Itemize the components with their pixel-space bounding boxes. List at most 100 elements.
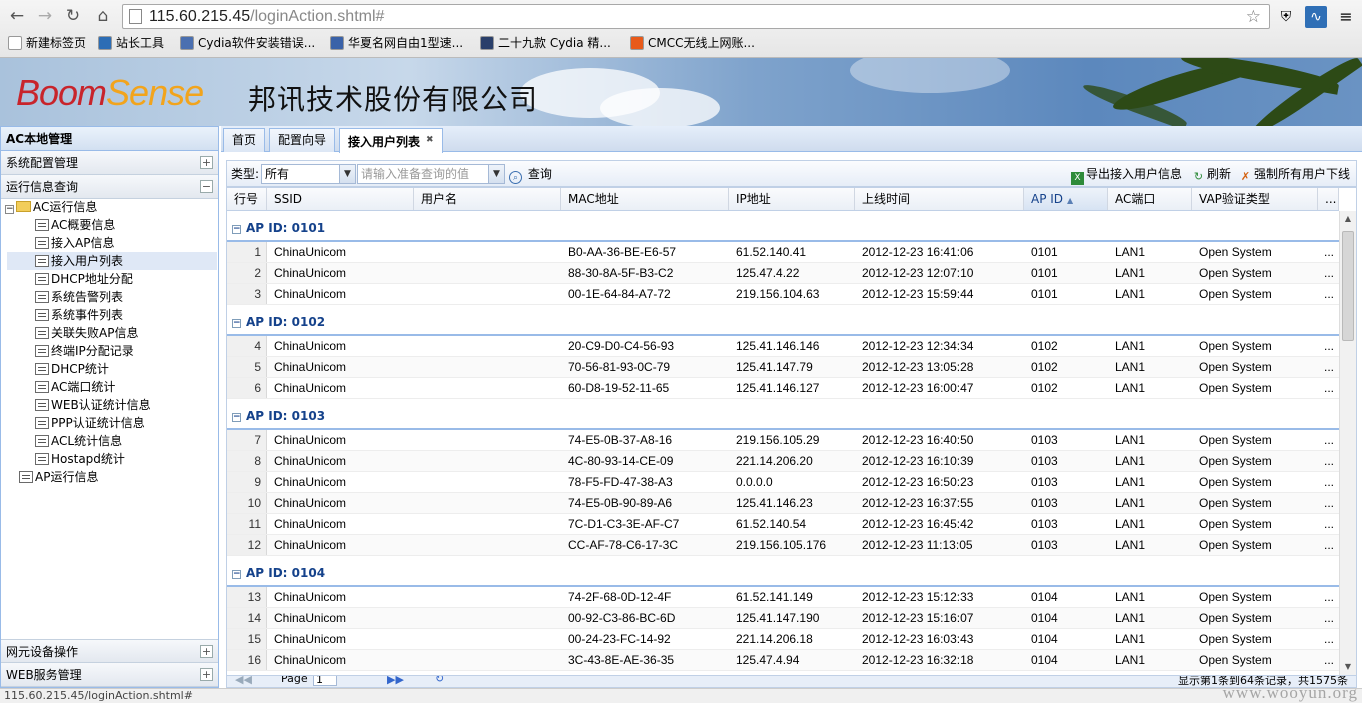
table-row[interactable]: 14 ChinaUnicom 00-92-C3-86-BC-6D 125.41.147… [227, 608, 1339, 629]
section-system-config[interactable]: 系统配置管理 + [1, 151, 218, 175]
query-button[interactable]: ⌕ 查询 [509, 165, 552, 184]
export-button[interactable]: X 导出接入用户信息 [1071, 165, 1182, 185]
address-bar[interactable]: 115.60.215.45/loginAction.shtml# ☆ [122, 4, 1270, 29]
collapse-minus-icon[interactable]: − [200, 180, 213, 193]
tree-item[interactable]: PPP认证统计信息 [35, 414, 145, 432]
refresh-icon[interactable]: ↻ [435, 676, 444, 685]
group-header[interactable]: − AP ID: 0101 [227, 211, 1339, 242]
collapse-minus-icon[interactable]: − [232, 413, 241, 422]
table-row[interactable]: 16 ChinaUnicom 3C-43-8E-AE-36-35 125.47.4.9… [227, 650, 1339, 671]
collapse-minus-icon[interactable]: − [232, 570, 241, 579]
search-input[interactable]: 请输入准备查询的值 ▼ [357, 164, 505, 184]
menu-icon[interactable]: ≡ [1335, 6, 1357, 28]
tree-item[interactable]: Hostapd统计 [35, 450, 125, 468]
tree-item[interactable]: 系统事件列表 [35, 306, 123, 324]
cell-ac-port: LAN1 [1115, 475, 1146, 489]
bookmark-item[interactable]: 华夏名网自由1型速... [330, 34, 463, 51]
collapse-minus-icon[interactable]: − [5, 205, 14, 214]
close-icon[interactable]: ✖ [426, 129, 434, 151]
tab-home[interactable]: 首页 [223, 128, 266, 152]
group-header[interactable]: − AP ID: 0103 [227, 399, 1339, 430]
column-header-ac-port[interactable]: AC端口 [1108, 188, 1192, 210]
tree-item[interactable]: 接入AP信息 [35, 234, 114, 252]
home-icon[interactable]: ⌂ [92, 5, 114, 27]
reload-icon[interactable]: ↻ [62, 5, 84, 27]
force-offline-button[interactable]: ✗ 强制所有用户下线 [1239, 165, 1350, 183]
expand-plus-icon[interactable]: + [200, 645, 213, 658]
table-row[interactable]: 3 ChinaUnicom 00-1E-64-84-A7-72 219.156.104… [227, 284, 1339, 305]
bookmark-item[interactable]: 新建标签页 [8, 34, 86, 51]
next-page-icon[interactable]: ▶▶ [387, 676, 404, 686]
table-row[interactable]: 5 ChinaUnicom 70-56-81-93-0C-79 125.41.147.… [227, 357, 1339, 378]
back-arrow-icon[interactable]: ← [6, 5, 28, 27]
tree-node-ac-runtime[interactable]: − AC运行信息 [5, 198, 97, 216]
table-row[interactable]: 4 ChinaUnicom 20-C9-D0-C4-56-93 125.41.146.… [227, 336, 1339, 357]
bookmark-item[interactable]: Cydia软件安装错误... [180, 34, 315, 51]
scroll-thumb[interactable] [1342, 231, 1354, 341]
column-header-more[interactable]: ... [1318, 188, 1339, 210]
column-header-ssid[interactable]: SSID [267, 188, 414, 210]
tree-item[interactable]: WEB认证统计信息 [35, 396, 151, 414]
tree-item[interactable]: DHCP地址分配 [35, 270, 133, 288]
tree-item[interactable]: ACL统计信息 [35, 432, 122, 450]
cell-ap-id: 0103 [1031, 538, 1058, 552]
expand-plus-icon[interactable]: + [200, 668, 213, 681]
expand-plus-icon[interactable]: + [200, 156, 213, 169]
tree-item[interactable]: 系统告警列表 [35, 288, 123, 306]
tree-node-ap-runtime[interactable]: AP运行信息 [19, 468, 98, 486]
type-select[interactable]: 所有 ▼ [261, 164, 356, 184]
chevron-down-icon[interactable]: ▼ [339, 165, 355, 183]
refresh-button[interactable]: ↻ 刷新 [1192, 165, 1231, 183]
column-header-ip-address[interactable]: IP地址 [729, 188, 855, 210]
table-row[interactable]: 8 ChinaUnicom 4C-80-93-14-CE-09 221.14.206.… [227, 451, 1339, 472]
vertical-scrollbar[interactable]: ▲ ▼ [1339, 211, 1356, 675]
bookmark-item[interactable]: CMCC无线上网账... [630, 34, 755, 51]
table-row[interactable]: 2 ChinaUnicom 88-30-8A-5F-B3-C2 125.47.4.22… [227, 263, 1339, 284]
tree-item[interactable]: 接入用户列表 [7, 252, 217, 270]
extension-shield-icon[interactable]: ⛨ [1275, 6, 1297, 28]
table-row[interactable]: 1 ChinaUnicom B0-AA-36-BE-E6-57 61.52.140.4… [227, 242, 1339, 263]
tree-item[interactable]: DHCP统计 [35, 360, 109, 378]
group-header[interactable]: − AP ID: 0102 [227, 305, 1339, 336]
tree-item[interactable]: AC概要信息 [35, 216, 115, 234]
table-row[interactable]: 12 ChinaUnicom CC-AF-78-C6-17-3C 219.156.10… [227, 535, 1339, 556]
scroll-up-icon[interactable]: ▲ [1340, 211, 1356, 227]
section-web-service[interactable]: WEB服务管理 + [1, 663, 218, 687]
bookmark-item[interactable]: 二十九款 Cydia 精... [480, 34, 611, 51]
page-number-input[interactable]: 1 [313, 676, 337, 686]
bookmark-star-icon[interactable]: ☆ [1246, 5, 1261, 28]
table-row[interactable]: 9 ChinaUnicom 78-F5-FD-47-38-A3 0.0.0.0 2012… [227, 472, 1339, 493]
forward-arrow-icon[interactable]: → [34, 5, 56, 27]
bookmark-item[interactable]: 站长工具 [98, 34, 164, 51]
table-row[interactable]: 7 ChinaUnicom 74-E5-0B-37-A8-16 219.156.105… [227, 430, 1339, 451]
tab-strip: 首页 配置向导 接入用户列表 ✖ [221, 126, 1362, 153]
tree-item[interactable]: 关联失败AP信息 [35, 324, 138, 342]
cell-more: ... [1324, 475, 1335, 489]
chevron-down-icon[interactable]: ▼ [488, 165, 504, 183]
section-ne-device[interactable]: 网元设备操作 + [1, 639, 218, 663]
table-row[interactable]: 11 ChinaUnicom 7C-D1-C3-3E-AF-C7 61.52.140.… [227, 514, 1339, 535]
table-row[interactable]: 15 ChinaUnicom 00-24-23-FC-14-92 221.14.206… [227, 629, 1339, 650]
column-header-online-time[interactable]: 上线时间 [855, 188, 1024, 210]
column-header-username[interactable]: 用户名 [414, 188, 561, 210]
group-header[interactable]: − AP ID: 0104 [227, 556, 1339, 587]
tab-config-wizard[interactable]: 配置向导 [269, 128, 336, 152]
table-row[interactable]: 6 ChinaUnicom 60-D8-19-52-11-65 125.41.146.… [227, 378, 1339, 399]
section-runtime-query[interactable]: 运行信息查询 − [1, 175, 218, 199]
scroll-down-icon[interactable]: ▼ [1340, 659, 1356, 675]
cell-ap-id: 0103 [1031, 454, 1058, 468]
table-row[interactable]: 13 ChinaUnicom 74-2F-68-0D-12-4F 61.52.141.… [227, 587, 1339, 608]
column-header-row-number[interactable]: 行号 [227, 188, 267, 210]
collapse-minus-icon[interactable]: − [232, 225, 241, 234]
column-header-ap-id[interactable]: AP ID ▲ [1024, 188, 1108, 210]
column-header-mac-address[interactable]: MAC地址 [561, 188, 729, 210]
tree-item[interactable]: 终端IP分配记录 [35, 342, 134, 360]
extension-chart-icon[interactable]: ∿ [1305, 6, 1327, 28]
first-page-icon[interactable]: ◀◀ [235, 676, 252, 686]
tree-item[interactable]: AC端口统计 [35, 378, 115, 396]
collapse-minus-icon[interactable]: − [232, 319, 241, 328]
cell-ssid: ChinaUnicom [274, 611, 347, 625]
column-header-vap-auth-type[interactable]: VAP验证类型 [1192, 188, 1318, 210]
tab-access-users[interactable]: 接入用户列表 ✖ [339, 128, 443, 153]
table-row[interactable]: 10 ChinaUnicom 74-E5-0B-90-89-A6 125.41.146… [227, 493, 1339, 514]
